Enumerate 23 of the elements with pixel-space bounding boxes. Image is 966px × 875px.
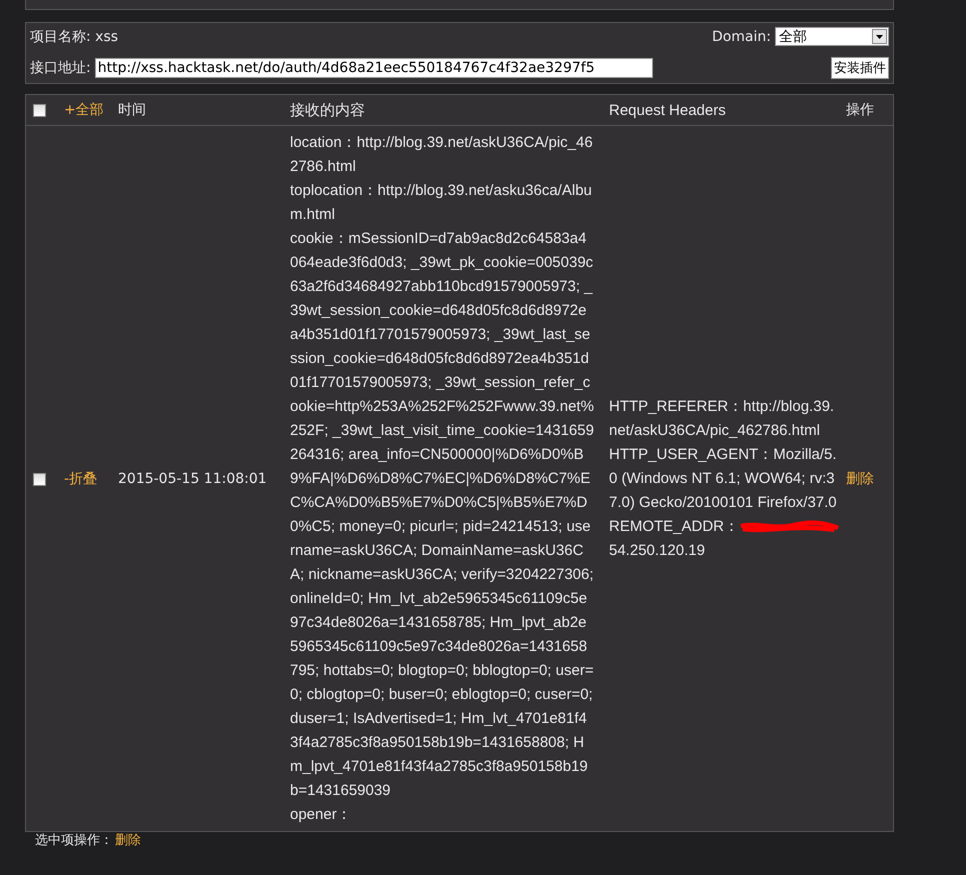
column-header: 操作: [846, 102, 874, 118]
column-header: 时间: [118, 102, 146, 118]
column-header: 接收的内容: [290, 102, 365, 118]
column-header: Request Headers: [609, 102, 726, 118]
install-plugin-button[interactable]: 安装插件: [831, 57, 889, 79]
select-all-checkbox[interactable]: [33, 104, 46, 116]
row-checkbox[interactable]: [33, 472, 46, 486]
delete-link[interactable]: 删除: [846, 471, 874, 487]
header-line: HTTP_USER_AGENT：Mozilla/5.0 (Windows NT 6.1; WOW64; rv:37.0) Gecko/20100101 Firefox/37.0: [609, 445, 838, 513]
project-name: 项目名称: xss: [30, 28, 118, 46]
endpoint-field[interactable]: http://xss.hacktask.net/do/auth/4d68a21eec550184767c4f32ae3297f5: [94, 58, 653, 78]
expand-all-link[interactable]: +全部: [64, 102, 104, 118]
header-line: REMOTE_ADDR：: [609, 517, 740, 537]
collapse-link[interactable]: -折叠: [64, 471, 98, 487]
endpoint-label: 接口地址:: [30, 59, 91, 77]
domain-label: Domain:: [712, 28, 771, 44]
header-line: 54.250.120.19: [609, 541, 706, 561]
delete-selected-link[interactable]: 删除: [115, 833, 141, 849]
time-cell: 2015-05-15 11:08:01: [118, 471, 267, 487]
domain-select[interactable]: 全部: [775, 27, 889, 46]
header-line: HTTP_REFERER：http://blog.39.net/askU36CA/pic_462786.html: [609, 397, 836, 441]
content-line: opener：: [290, 805, 353, 825]
selection-actions-label: 选中项操作：: [35, 833, 113, 849]
